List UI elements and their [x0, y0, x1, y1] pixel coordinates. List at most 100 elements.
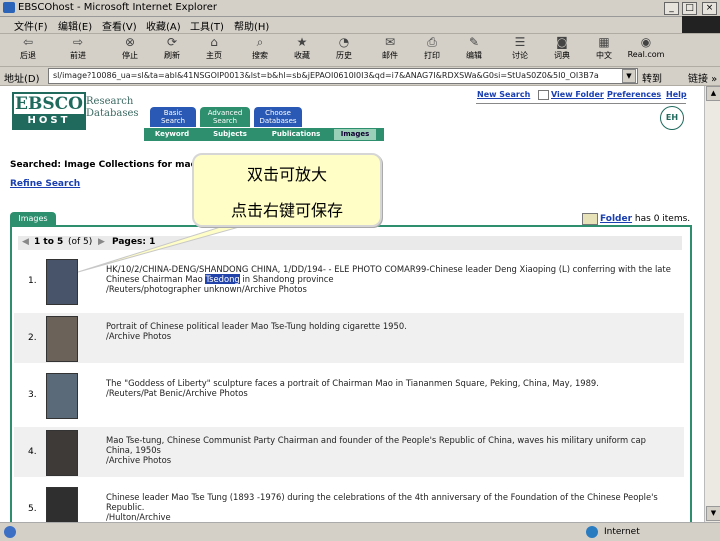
- result-row: 3. The "Goddess of Liberty" sculpture fa…: [14, 370, 684, 420]
- edit-button[interactable]: ✎ 编辑: [454, 35, 494, 65]
- folder-status: Folder has 0 items.: [600, 214, 690, 224]
- dictionary-button[interactable]: ◙ 词典: [542, 35, 582, 65]
- back-arrow-icon: ⇦: [22, 35, 34, 49]
- result-row: 5. Chinese leader Mao Tse Tung (1893 -19…: [14, 484, 684, 522]
- mail-label: 邮件: [382, 51, 398, 60]
- folder-link[interactable]: Folder: [600, 214, 632, 224]
- result-thumbnail[interactable]: [46, 487, 78, 522]
- tab-advanced-search[interactable]: Advanced Search: [200, 107, 250, 127]
- tab-choose-l1: Choose: [265, 109, 291, 117]
- result-number: 1.: [28, 276, 37, 286]
- result-number: 4.: [28, 447, 37, 457]
- vertical-scrollbar[interactable]: ▲ ▼: [704, 86, 720, 522]
- menu-file[interactable]: 文件(F): [14, 18, 48, 33]
- result-text: The "Goddess of Liberty" sculpture faces…: [106, 378, 599, 388]
- search-button[interactable]: ⌕ 搜索: [240, 35, 280, 65]
- back-label: 后退: [20, 51, 36, 60]
- home-label: 主页: [206, 51, 222, 60]
- result-thumbnail[interactable]: [46, 316, 78, 362]
- print-icon: ⎙: [427, 35, 437, 49]
- address-bar: 地址(D) sl/image?10086_ua=sl&ta=abl&41NSGO…: [0, 67, 720, 86]
- tab-choose-l2: Databases: [259, 117, 297, 125]
- title-bar: EBSCOhost - Microsoft Internet Explorer …: [0, 0, 720, 17]
- forward-arrow-icon: ⇨: [72, 35, 84, 49]
- menu-tools[interactable]: 工具(T): [190, 18, 224, 33]
- edit-icon: ✎: [468, 35, 480, 49]
- pager-range: 1 to 5: [34, 237, 64, 247]
- view-folder-icon: [538, 90, 549, 100]
- favorites-icon: ★: [296, 35, 308, 49]
- callout-pointer: [77, 224, 250, 273]
- maximize-button[interactable]: □: [682, 2, 697, 15]
- new-search-link[interactable]: New Search: [477, 90, 530, 99]
- result-text: Chinese leader Mao Tse Tung (1893 -1976)…: [106, 492, 658, 512]
- tab-advanced-l1: Advanced: [207, 109, 243, 117]
- internet-zone-icon: [586, 526, 598, 538]
- chinese-button[interactable]: ▦ 中文: [584, 35, 624, 65]
- stop-button[interactable]: ⊗ 停止: [110, 35, 150, 65]
- menu-view[interactable]: 查看(V): [102, 18, 137, 33]
- help-link[interactable]: Help: [666, 90, 687, 99]
- subnav-images[interactable]: Images: [334, 129, 376, 140]
- preferences-link[interactable]: Preferences: [607, 90, 661, 99]
- history-label: 历史: [336, 51, 352, 60]
- result-text-end: in Shandong province: [239, 274, 334, 284]
- tab-basic-search[interactable]: Basic Search: [150, 107, 196, 127]
- minimize-button[interactable]: _: [664, 2, 679, 15]
- images-tab[interactable]: Images: [10, 212, 56, 225]
- result-row: 2. Portrait of Chinese political leader …: [14, 313, 684, 363]
- result-description: Chinese leader Mao Tse Tung (1893 -1976)…: [106, 492, 674, 522]
- favorites-button[interactable]: ★ 收藏: [282, 35, 322, 65]
- ebsco-logo[interactable]: EBSCO HOST: [12, 92, 86, 130]
- refresh-button[interactable]: ⟳ 刷新: [152, 35, 192, 65]
- result-source: /Archive Photos: [106, 331, 172, 341]
- subnav-publications[interactable]: Publications: [268, 129, 324, 140]
- refresh-label: 刷新: [164, 51, 180, 60]
- menu-help[interactable]: 帮助(H): [234, 18, 269, 33]
- stop-label: 停止: [122, 51, 138, 60]
- scroll-down-icon[interactable]: ▼: [706, 506, 720, 521]
- history-icon: ◔: [338, 35, 350, 49]
- home-button[interactable]: ⌂ 主页: [194, 35, 234, 65]
- real-icon: ◉: [640, 35, 652, 49]
- result-number: 3.: [28, 390, 37, 400]
- scroll-up-icon[interactable]: ▲: [706, 86, 720, 101]
- discuss-icon: ☰: [514, 35, 526, 49]
- menu-favorites[interactable]: 收藏(A): [146, 18, 181, 33]
- address-dropdown-icon[interactable]: ▼: [622, 69, 636, 83]
- view-folder-link[interactable]: View Folder: [551, 90, 604, 99]
- tab-choose-databases[interactable]: Choose Databases: [254, 107, 302, 127]
- result-source: /Reuters/photographer unknown/Archive Ph…: [106, 284, 307, 294]
- history-button[interactable]: ◔ 历史: [324, 35, 364, 65]
- tab-advanced-l2: Search: [212, 117, 238, 125]
- ebsco-badge-icon: EH: [660, 106, 684, 130]
- back-button[interactable]: ⇦ 后退: [8, 35, 48, 65]
- links-button[interactable]: 链接 »: [688, 70, 717, 85]
- result-thumbnail[interactable]: [46, 430, 78, 476]
- forward-button[interactable]: ⇨ 前进: [58, 35, 98, 65]
- refine-search-link[interactable]: Refine Search: [10, 179, 80, 189]
- go-button[interactable]: 转到: [642, 70, 662, 85]
- discuss-button[interactable]: ☰ 讨论: [500, 35, 540, 65]
- ie-app-icon: [3, 2, 15, 13]
- close-button[interactable]: ×: [702, 2, 717, 15]
- databases-label: Databases: [86, 108, 139, 119]
- menu-edit[interactable]: 编辑(E): [58, 18, 92, 33]
- subnav-subjects[interactable]: Subjects: [208, 129, 252, 140]
- mail-icon: ✉: [384, 35, 396, 49]
- result-number: 2.: [28, 333, 37, 343]
- mail-button[interactable]: ✉ 邮件: [370, 35, 410, 65]
- print-label: 打印: [424, 51, 440, 60]
- security-zone: Internet: [604, 527, 640, 537]
- home-icon: ⌂: [210, 35, 218, 49]
- print-button[interactable]: ⎙ 打印: [412, 35, 452, 65]
- real-button[interactable]: ◉ Real.com: [626, 35, 666, 65]
- subnav-keyword[interactable]: Keyword: [150, 129, 194, 140]
- dictionary-label: 词典: [554, 51, 570, 60]
- callout-line-2: 点击右键可保存: [230, 201, 343, 220]
- research-label: Research: [86, 96, 134, 107]
- discuss-label: 讨论: [512, 51, 528, 60]
- result-thumbnail[interactable]: [46, 373, 78, 419]
- address-input[interactable]: sl/image?10086_ua=sl&ta=abl&41NSGOIP0013…: [48, 68, 638, 84]
- prev-page-icon[interactable]: ◀: [22, 237, 29, 247]
